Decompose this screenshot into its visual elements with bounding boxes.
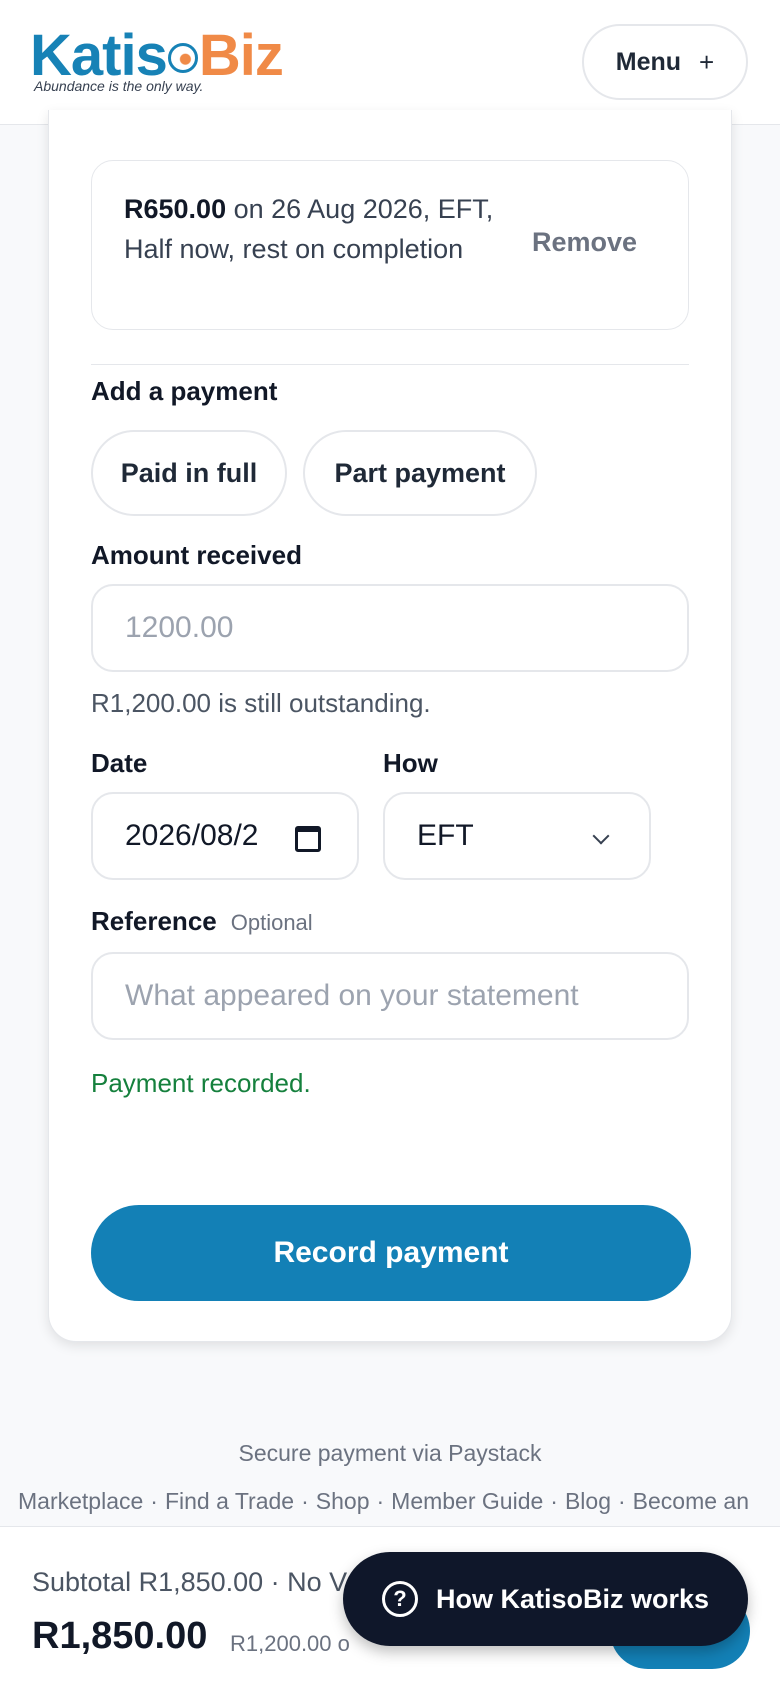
outstanding-helper-text: R1,200.00 is still outstanding.	[91, 688, 431, 718]
subtotal-text: Subtotal R1,850.00 · No V	[32, 1567, 348, 1597]
logo-biz-text: Biz	[198, 23, 284, 88]
recorded-payment-item: R650.00 on 26 Aug 2026, EFT, Half now, r…	[91, 160, 689, 330]
part-payment-button[interactable]: Part payment	[303, 430, 537, 516]
separator: ·	[150, 1488, 158, 1514]
reference-placeholder: What appeared on your statement	[125, 979, 579, 1012]
amount-received-input[interactable]: 1200.00	[91, 584, 689, 672]
total-amount: R1,850.00	[32, 1615, 208, 1657]
footer-link-marketplace[interactable]: Marketplace	[18, 1488, 143, 1514]
how-it-works-label: How KatisoBiz works	[435, 1583, 710, 1614]
outstanding-amount: R1,200.00 o	[230, 1631, 350, 1656]
reference-label: Reference Optional	[91, 906, 313, 937]
separator: ·	[550, 1488, 558, 1514]
payment-method-select[interactable]: EFT	[383, 792, 651, 880]
calendar-icon[interactable]	[295, 826, 321, 852]
payment-recorded-message: Payment recorded.	[91, 1068, 311, 1098]
divider	[91, 364, 689, 365]
date-input[interactable]: 2026/08/2	[91, 792, 359, 880]
chevron-down-icon	[592, 827, 610, 845]
logo-tagline: Abundance is the only way.	[34, 78, 204, 94]
how-label: How	[383, 748, 438, 778]
reference-input[interactable]: What appeared on your statement	[91, 952, 689, 1040]
footer-link-shop[interactable]: Shop	[316, 1488, 370, 1514]
remove-payment-button[interactable]: Remove	[532, 227, 637, 258]
site-header: Katis Biz Abundance is the only way. Menu…	[0, 0, 780, 125]
payments-card: R650.00 on 26 Aug 2026, EFT, Half now, r…	[48, 110, 732, 1342]
how-it-works-button[interactable]: ? How KatisoBiz works	[343, 1552, 748, 1646]
record-payment-button[interactable]: Record payment	[91, 1205, 691, 1301]
amount-received-label: Amount received	[91, 540, 302, 570]
globe-icon	[167, 43, 198, 73]
date-value: 2026/08/2	[125, 819, 259, 852]
add-payment-heading: Add a payment	[91, 376, 278, 406]
separator: ·	[376, 1488, 385, 1514]
katisobiz-logo[interactable]: Katis Biz Abundance is the only way.	[30, 24, 320, 98]
optional-hint: Optional	[230, 910, 313, 935]
footer-link-blog[interactable]: Blog	[565, 1488, 611, 1514]
footer-link-become-an[interactable]: Become an	[633, 1488, 749, 1514]
footer-links: Marketplace · Find a Trade · Shop · Member Gui…	[18, 1488, 780, 1515]
recorded-payment-text: R650.00 on 26 Aug 2026, EFT, Half now, r…	[124, 189, 494, 269]
date-label: Date	[91, 748, 148, 778]
footer-link-member-guide[interactable]: Member Guide	[391, 1488, 543, 1514]
help-icon: ?	[381, 1581, 418, 1617]
menu-label: Menu	[615, 47, 682, 76]
footer-link-find-a-trade[interactable]: Find a Trade	[165, 1488, 294, 1514]
secure-payment-note: Secure payment via Paystack	[238, 1440, 542, 1466]
reference-label-text: Reference	[91, 906, 217, 936]
recorded-payment-amount: R650.00	[124, 194, 227, 224]
paid-in-full-button[interactable]: Paid in full	[91, 430, 287, 516]
menu-button[interactable]: Menu +	[582, 24, 748, 100]
separator: ·	[618, 1488, 626, 1514]
plus-icon: +	[699, 46, 715, 77]
payment-method-value: EFT	[417, 819, 474, 852]
amount-received-value: 1200.00	[125, 611, 234, 644]
separator: ·	[301, 1488, 309, 1514]
